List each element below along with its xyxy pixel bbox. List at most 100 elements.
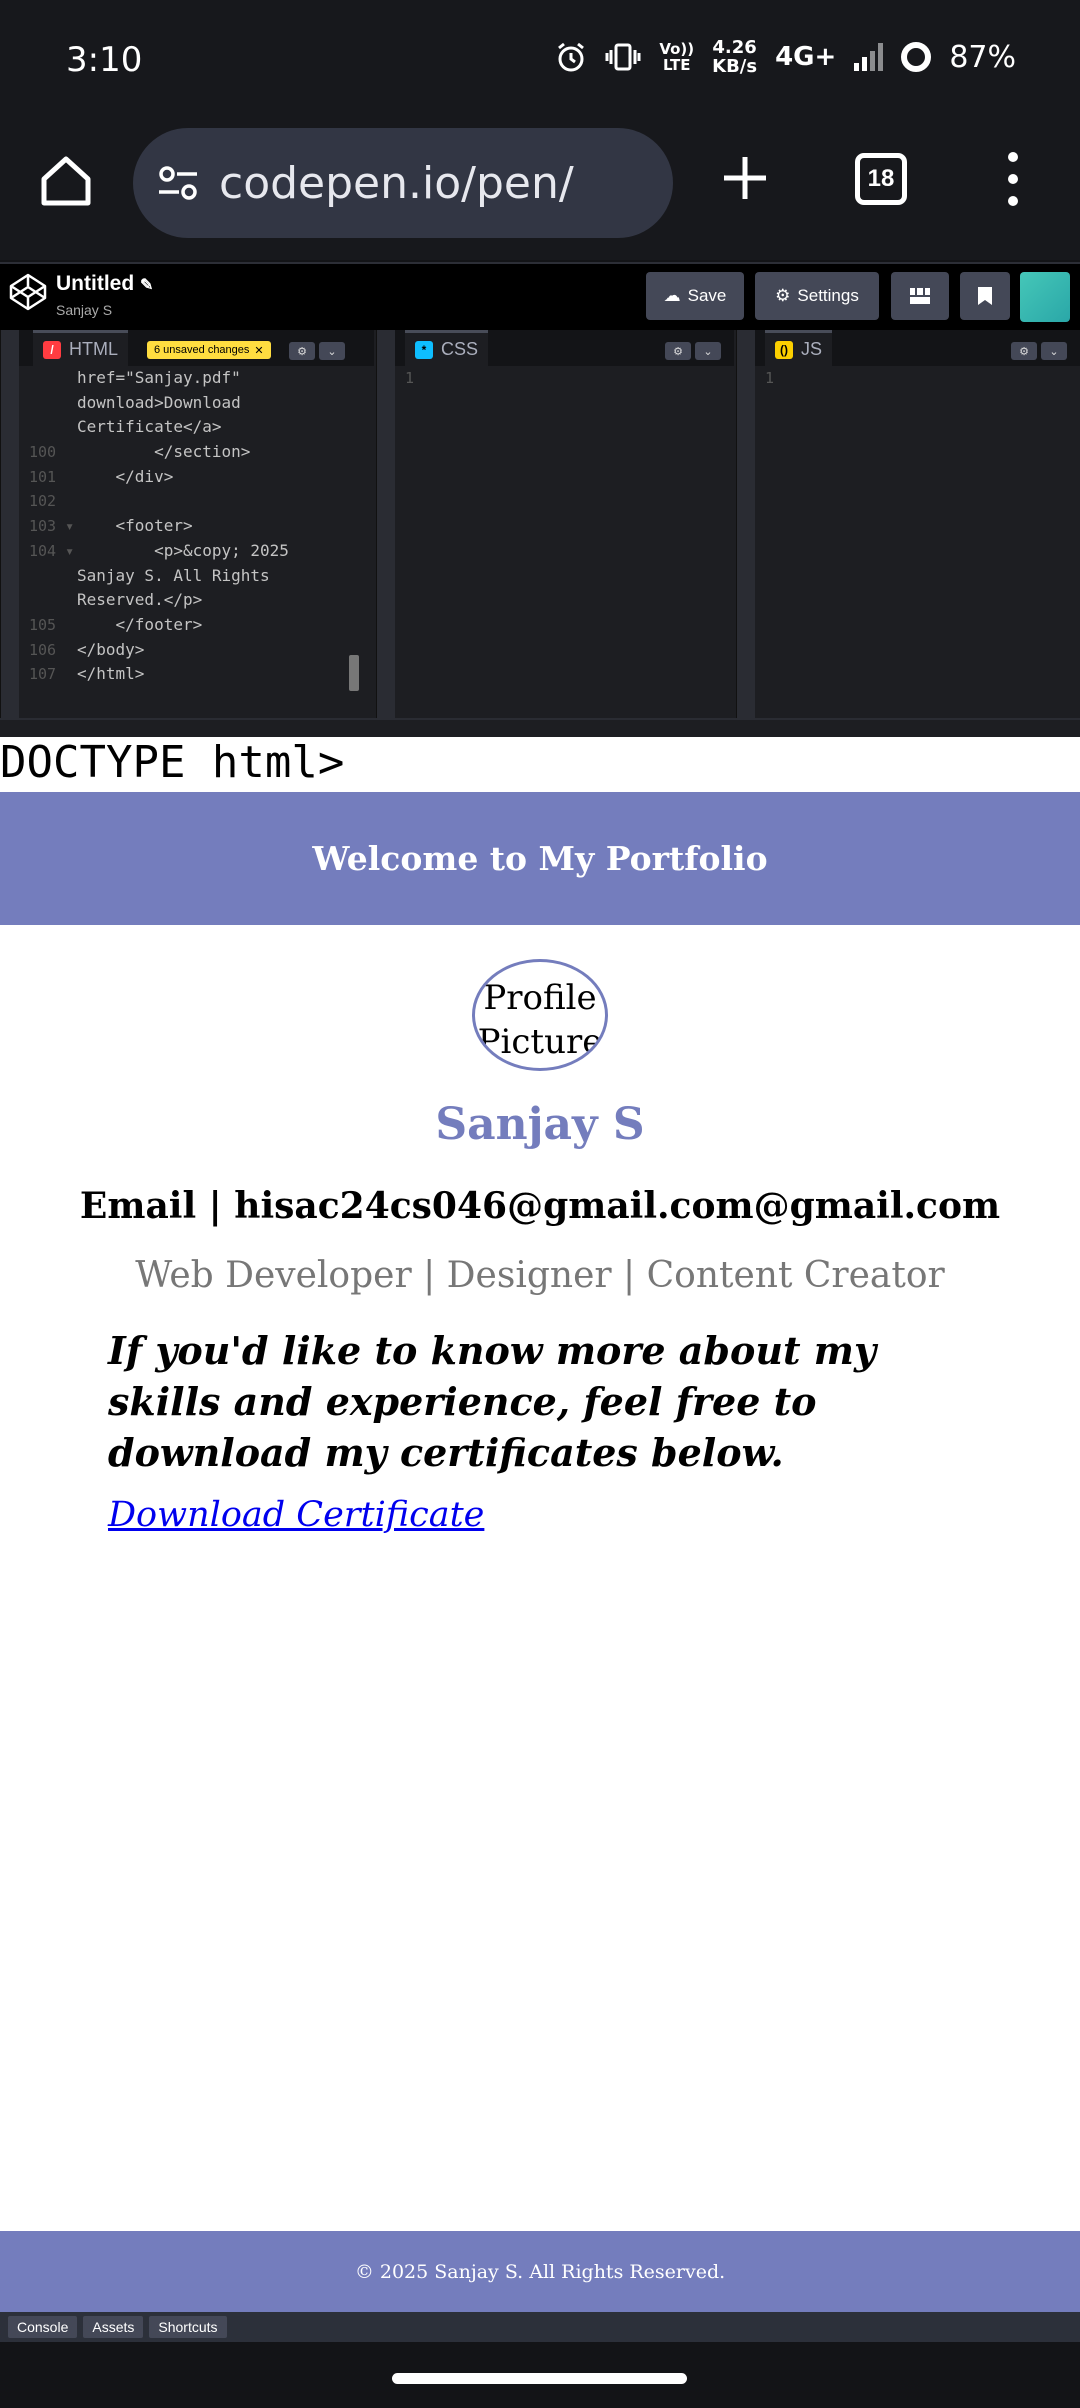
code-text: Certificate</a> bbox=[77, 417, 222, 437]
code-line[interactable]: 107 </html> bbox=[19, 662, 374, 687]
assets-button[interactable]: Assets bbox=[83, 2316, 144, 2338]
pane-resize-gutter[interactable] bbox=[377, 330, 395, 720]
preview-resize-bar[interactable] bbox=[0, 718, 1080, 737]
code-line[interactable]: 102 bbox=[19, 489, 374, 514]
css-icon: * bbox=[415, 340, 433, 359]
codepen-header: Untitled ✎ Sanjay S ☁ Save ⚙ Settings bbox=[0, 262, 1080, 330]
code-text: </section> bbox=[77, 442, 251, 462]
html-collapse-button[interactable]: ⌄ bbox=[319, 342, 345, 360]
status-time: 3:10 bbox=[66, 40, 143, 80]
volte-icon: Vo)) LTE bbox=[659, 40, 695, 74]
js-code[interactable]: 1 bbox=[755, 366, 1080, 720]
status-bar: 3:10 Vo)) LTE 4.26 KB/s 4G+ 87% bbox=[0, 0, 1080, 125]
code-line[interactable]: 101 </div> bbox=[19, 465, 374, 490]
home-indicator[interactable] bbox=[392, 2373, 687, 2384]
line-number: 100 bbox=[29, 443, 57, 462]
code-line[interactable]: 100 </section> bbox=[19, 440, 374, 465]
code-line[interactable]: 104 ▾ <p>&copy; 2025 bbox=[19, 539, 374, 564]
code-text: Reserved.</p> bbox=[77, 590, 203, 610]
html-editor[interactable]: / HTML 6 unsaved changes ✕ ⚙ ⌄ href="Sanja… bbox=[0, 330, 374, 720]
js-collapse-button[interactable]: ⌄ bbox=[1041, 342, 1067, 360]
pane-resize-gutter[interactable] bbox=[1, 330, 19, 720]
code-line[interactable]: Sanjay S. All Rights bbox=[19, 564, 374, 589]
js-editor[interactable]: () JS ⚙ ⌄ 1 bbox=[736, 330, 1080, 720]
code-text: Sanjay S. All Rights bbox=[77, 565, 270, 585]
pen-title[interactable]: Untitled ✎ bbox=[56, 272, 153, 296]
code-text: download>Download bbox=[77, 392, 241, 412]
pane-resize-gutter[interactable] bbox=[737, 330, 755, 720]
gear-icon: ⚙ bbox=[775, 286, 791, 305]
status-icons: Vo)) LTE 4.26 KB/s 4G+ 87% bbox=[555, 38, 1016, 76]
new-tab-icon[interactable] bbox=[720, 153, 770, 203]
editor-area: / HTML 6 unsaved changes ✕ ⚙ ⌄ href="Sanja… bbox=[0, 330, 1080, 720]
css-collapse-button[interactable]: ⌄ bbox=[695, 342, 721, 360]
close-icon[interactable]: ✕ bbox=[254, 344, 263, 357]
code-text: <footer> bbox=[77, 516, 193, 536]
bookmark-button[interactable] bbox=[960, 272, 1010, 320]
css-code[interactable]: 1 bbox=[395, 366, 734, 720]
more-menu-icon[interactable] bbox=[1000, 149, 1026, 209]
vibrate-icon bbox=[605, 43, 641, 71]
html-tab-bar: / HTML 6 unsaved changes ✕ ⚙ ⌄ bbox=[19, 330, 374, 366]
layout-button[interactable] bbox=[891, 272, 949, 320]
html-settings-button[interactable]: ⚙ bbox=[289, 342, 315, 360]
tab-switcher-button[interactable]: 18 bbox=[855, 153, 907, 205]
cloud-icon: ☁ bbox=[663, 286, 681, 305]
bookmark-icon bbox=[978, 287, 992, 305]
save-button[interactable]: ☁ Save bbox=[646, 272, 744, 320]
html-icon: / bbox=[43, 340, 61, 359]
code-text: </body> bbox=[77, 639, 145, 659]
shortcuts-button[interactable]: Shortcuts bbox=[149, 2316, 227, 2338]
css-editor[interactable]: * CSS ⚙ ⌄ 1 bbox=[376, 330, 734, 720]
code-scrollbar[interactable] bbox=[349, 655, 359, 691]
preview-frame: DOCTYPE html> Welcome to My Portfolio Pr… bbox=[0, 737, 1080, 2312]
console-button[interactable]: Console bbox=[8, 2316, 78, 2338]
code-text: href="Sanjay.pdf" bbox=[77, 368, 241, 387]
battery-icon bbox=[901, 42, 932, 72]
alarm-icon bbox=[558, 42, 585, 72]
doctype-text: DOCTYPE html> bbox=[0, 737, 345, 788]
portfolio-header: Welcome to My Portfolio bbox=[0, 792, 1080, 925]
code-line[interactable]: 106 </body> bbox=[19, 638, 374, 663]
code-text: <p>&copy; 2025 bbox=[77, 540, 289, 560]
pen-author[interactable]: Sanjay S bbox=[56, 302, 112, 318]
download-certificate-link[interactable]: Download Certificate bbox=[108, 1495, 484, 1535]
layout-grid-icon bbox=[910, 288, 930, 304]
portfolio-footer: © 2025 Sanjay S. All Rights Reserved. bbox=[0, 2231, 1080, 2312]
tab-js[interactable]: () JS bbox=[765, 330, 833, 366]
settings-button[interactable]: ⚙ Settings bbox=[755, 272, 879, 320]
line-number: 105 bbox=[29, 615, 57, 634]
site-settings-icon[interactable] bbox=[155, 160, 201, 206]
portfolio-role: Web Developer | Designer | Content Creat… bbox=[135, 1255, 945, 1296]
line-number: 107 bbox=[29, 665, 57, 684]
profile-picture: Profile Picture bbox=[472, 959, 608, 1071]
unsaved-changes-badge[interactable]: 6 unsaved changes ✕ bbox=[147, 341, 271, 359]
edit-pencil-icon[interactable]: ✎ bbox=[140, 277, 153, 294]
home-icon[interactable] bbox=[36, 151, 96, 211]
line-number: 101 bbox=[29, 467, 57, 486]
portfolio-email: Email | hisac24cs046@gmail.com@gmail.com bbox=[79, 1185, 1001, 1227]
codepen-logo-icon[interactable] bbox=[8, 272, 48, 312]
js-settings-button[interactable]: ⚙ bbox=[1011, 342, 1037, 360]
js-icon: () bbox=[775, 340, 793, 359]
code-line[interactable]: download>Download bbox=[19, 391, 374, 416]
line-number: 104 ▾ bbox=[29, 541, 75, 560]
code-text: </div> bbox=[77, 466, 174, 486]
code-line[interactable]: 103 ▾ <footer> bbox=[19, 514, 374, 539]
line-number: 102 bbox=[29, 492, 57, 511]
code-line[interactable]: 105 </footer> bbox=[19, 613, 374, 638]
code-line[interactable]: href="Sanjay.pdf" bbox=[19, 366, 374, 391]
tab-html[interactable]: / HTML bbox=[33, 330, 128, 366]
codepen-bottom-bar: Console Assets Shortcuts bbox=[0, 2312, 1080, 2342]
code-line[interactable]: Reserved.</p> bbox=[19, 588, 374, 613]
html-code[interactable]: href="Sanjay.pdf" download>Download Certif… bbox=[19, 366, 374, 720]
address-bar[interactable]: codepen.io/pen/ bbox=[133, 128, 673, 238]
code-line[interactable]: Certificate</a> bbox=[19, 415, 374, 440]
css-settings-button[interactable]: ⚙ bbox=[665, 342, 691, 360]
js-tab-bar: () JS ⚙ ⌄ bbox=[755, 330, 1080, 366]
tab-css[interactable]: * CSS bbox=[405, 330, 489, 366]
code-text: </footer> bbox=[77, 614, 203, 634]
browser-toolbar: codepen.io/pen/ 18 bbox=[0, 125, 1080, 260]
line-number: 1 bbox=[765, 369, 775, 387]
user-avatar[interactable] bbox=[1020, 272, 1070, 322]
